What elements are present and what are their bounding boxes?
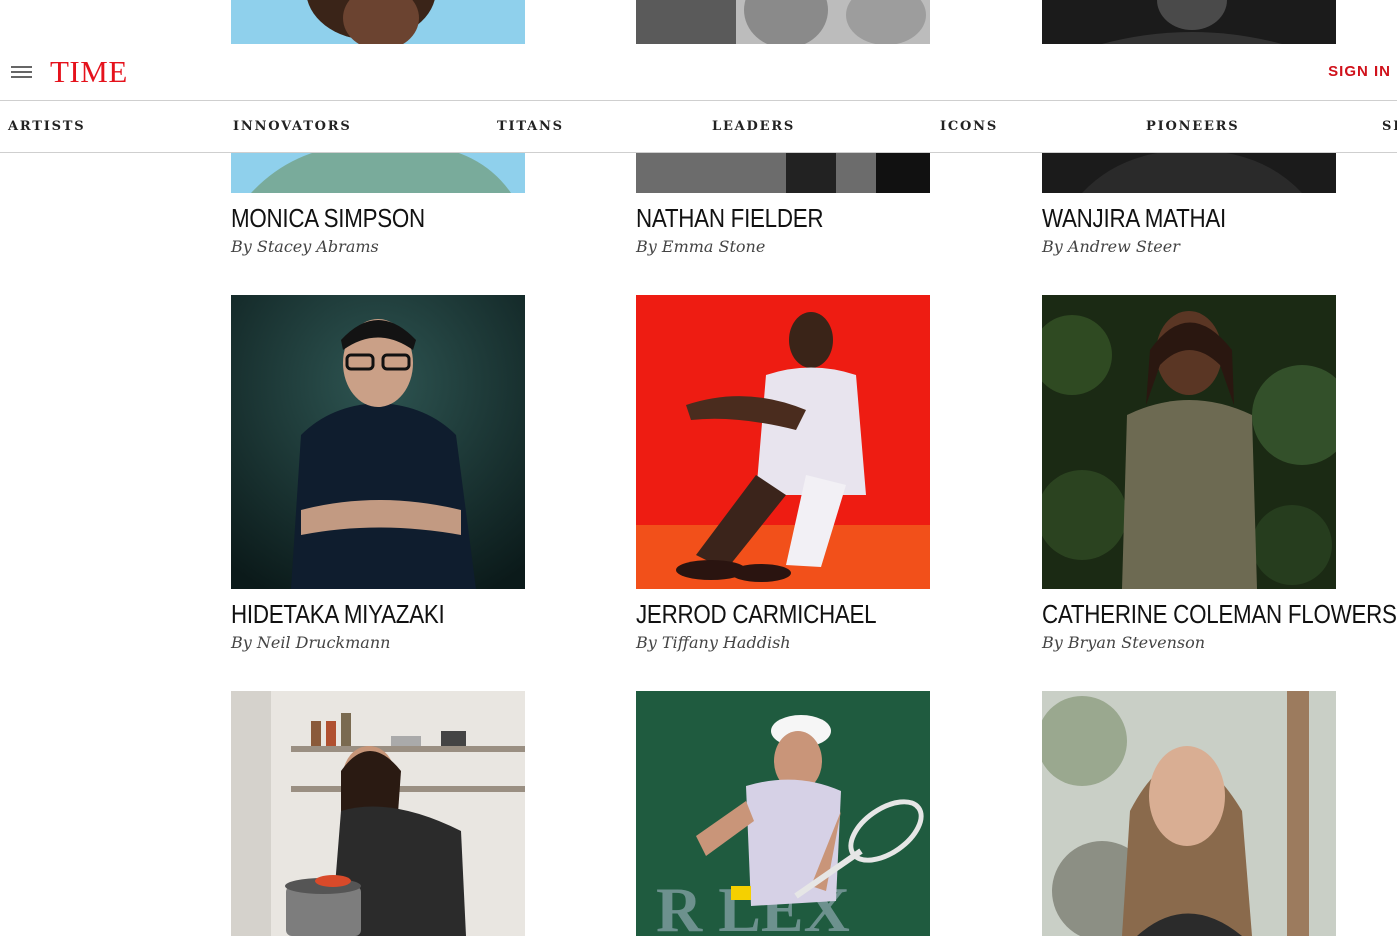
person-name[interactable]: NATHAN FIELDER xyxy=(636,203,911,234)
nav-item-pioneers[interactable]: PIONEERS xyxy=(1146,119,1239,134)
photo-jerrod-carmichael[interactable] xyxy=(636,295,930,589)
person-name[interactable]: JERROD CARMICHAEL xyxy=(636,599,911,630)
person-byline: By Neil Druckmann xyxy=(231,633,391,652)
category-nav: ARTISTS INNOVATORS TITANS LEADERS ICONS … xyxy=(0,101,1397,153)
person-name[interactable]: MONICA SIMPSON xyxy=(231,203,506,234)
person-byline: By Emma Stone xyxy=(636,237,766,256)
time-logo[interactable]: TIME xyxy=(50,54,128,90)
photo-woman-portrait[interactable] xyxy=(1042,691,1336,936)
person-byline: By Stacey Abrams xyxy=(231,237,379,256)
menu-icon[interactable] xyxy=(11,66,32,79)
person-byline: By Tiffany Haddish xyxy=(636,633,791,652)
person-byline: By Andrew Steer xyxy=(1042,237,1180,256)
photo-hidetaka-miyazaki[interactable] xyxy=(231,295,525,589)
sign-in-link[interactable]: SIGN IN xyxy=(1328,63,1391,80)
nav-item-titans[interactable]: TITANS xyxy=(497,119,564,134)
nav-item-artists[interactable]: ARTISTS xyxy=(8,119,85,134)
nav-item-sp[interactable]: SP xyxy=(1382,119,1397,134)
nav-item-leaders[interactable]: LEADERS xyxy=(712,119,795,134)
nav-item-innovators[interactable]: INNOVATORS xyxy=(233,119,352,134)
photo-catherine-coleman-flowers[interactable] xyxy=(1042,295,1336,589)
person-byline: By Bryan Stevenson xyxy=(1042,633,1206,652)
person-name[interactable]: HIDETAKA MIYAZAKI xyxy=(231,599,506,630)
site-header: TIME SIGN IN xyxy=(0,44,1397,101)
person-name[interactable]: CATHERINE COLEMAN FLOWERS xyxy=(1042,599,1397,630)
person-name[interactable]: WANJIRA MATHAI xyxy=(1042,203,1317,234)
nav-item-icons[interactable]: ICONS xyxy=(940,119,998,134)
photo-chef-portrait[interactable] xyxy=(231,691,525,936)
photo-tennis-player[interactable]: R LEX xyxy=(636,691,930,936)
